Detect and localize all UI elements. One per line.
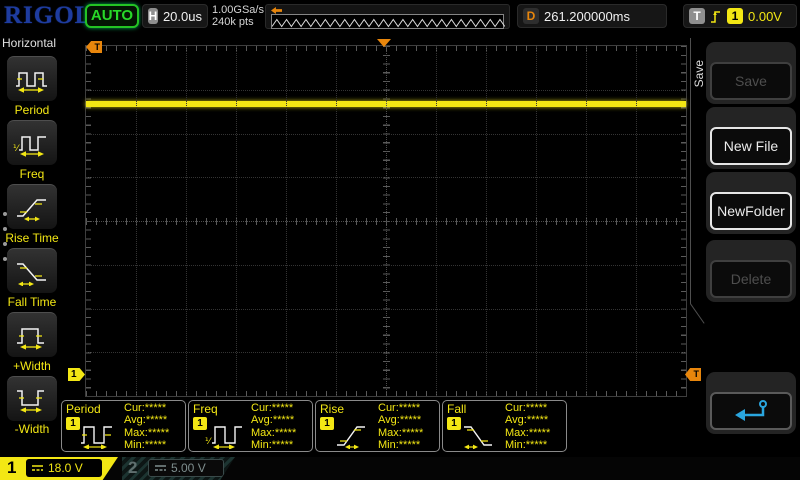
trigger-position-marker[interactable]	[377, 39, 391, 47]
menu-button-period[interactable]	[7, 56, 57, 101]
return-arrow-icon	[735, 400, 767, 421]
horizontal-badge: H	[148, 8, 158, 24]
minus-width-icon	[17, 390, 44, 413]
preview-window	[271, 14, 506, 29]
menu-button-plus-width[interactable]	[7, 312, 57, 357]
menu-button-fall-time[interactable]	[7, 248, 57, 293]
channel1-scale-box: 18.0 V	[26, 459, 102, 477]
menu-label-minus-width: -Width	[14, 422, 50, 436]
menu-label-rise-time: Rise Time	[5, 231, 59, 245]
channel1-tab[interactable]: 1 18.0 V	[0, 457, 118, 480]
period-icon	[16, 72, 47, 93]
channel2-scale-box: 5.00 V	[148, 459, 224, 477]
trigger-info-box[interactable]: T 1 0.00V	[683, 4, 797, 28]
measurement-panel-period: Period 1 Cur:***** Avg:***** Max:***** M…	[61, 400, 186, 452]
measurement-panel-freq: Freq 1 ⅟ Cur:***** Avg:***** Max:***** M…	[188, 400, 313, 452]
horizontal-timebase-box[interactable]: H 20.0us	[142, 4, 208, 28]
plus-width-icon	[17, 328, 44, 350]
measurement-panel-rise: Rise 1 Cur:***** Avg:***** Max:***** Min…	[315, 400, 440, 452]
measurement-values: Cur:***** Avg:***** Max:***** Min:*****	[378, 402, 424, 451]
softkey-new-folder[interactable]: NewFolder	[706, 172, 796, 234]
channel1-scale: 18.0 V	[48, 461, 83, 475]
measure-menu-title: Horizontal	[2, 36, 57, 50]
gridline-horizontal	[86, 264, 686, 266]
channel-status-bar: 1 18.0 V 2 5.00 V	[0, 457, 800, 480]
dc-coupling-icon	[32, 465, 43, 471]
preview-waveform-icon	[271, 18, 506, 28]
oscilloscope-screen: RIGOL AUTO H 20.0us 1.00GSa/s 240k pts D…	[0, 0, 800, 480]
sample-rate-value: 1.00GSa/s	[212, 4, 264, 16]
rise-time-icon	[337, 426, 365, 449]
timebase-value: 20.0us	[162, 8, 202, 24]
measurement-panel-fall: Fall 1 Cur:***** Avg:***** Max:***** Min…	[442, 400, 567, 452]
memory-depth-value: 240k pts	[212, 16, 254, 28]
softkey-new-folder-label: NewFolder	[710, 192, 792, 230]
waveform-position-preview[interactable]	[265, 4, 510, 29]
trigger-level-marker[interactable]: T	[685, 368, 701, 381]
dc-coupling-icon	[155, 465, 166, 471]
delay-value: 261.200000ms	[544, 8, 631, 24]
menu-label-period: Period	[14, 103, 50, 117]
menu-label-fall-time: Fall Time	[7, 295, 57, 309]
run-status-badge[interactable]: AUTO	[85, 4, 139, 28]
gridline-horizontal	[86, 221, 686, 222]
measurement-name: Period	[66, 402, 101, 416]
softkey-new-file-label: New File	[710, 127, 792, 165]
waveform-display-grid	[85, 45, 687, 397]
menu-button-freq[interactable]: ⅟	[7, 120, 57, 165]
menu-button-minus-width[interactable]	[7, 376, 57, 421]
measurement-name: Rise	[320, 402, 345, 416]
delay-badge: D	[523, 8, 539, 24]
measurement-values: Cur:***** Avg:***** Max:***** Min:*****	[251, 402, 297, 451]
menu-outline-corner	[690, 303, 705, 324]
rigol-logo: RIGOL	[4, 2, 93, 29]
frequency-icon: ⅟	[205, 426, 242, 449]
menu-tab-save: Save	[692, 60, 706, 88]
top-status-bar: RIGOL AUTO H 20.0us 1.00GSa/s 240k pts D…	[0, 0, 800, 32]
softkey-save[interactable]: Save	[706, 42, 796, 104]
svg-text:⅟: ⅟	[13, 143, 20, 153]
preview-position-icon	[271, 7, 282, 14]
frequency-icon: ⅟	[13, 136, 46, 157]
fall-time-icon	[17, 263, 46, 286]
softkey-delete[interactable]: Delete	[706, 240, 796, 302]
measurement-values: Cur:***** Avg:***** Max:***** Min:*****	[505, 402, 551, 451]
channel2-tab[interactable]: 2 5.00 V	[122, 457, 235, 480]
period-icon	[81, 426, 112, 449]
menu-button-rise-time[interactable]	[7, 184, 57, 229]
gridline-horizontal	[86, 89, 686, 91]
gridline-horizontal	[86, 133, 686, 135]
horizontal-delay-box[interactable]: D 261.200000ms	[517, 4, 667, 28]
measurement-name: Freq	[193, 402, 218, 416]
channel2-scale: 5.00 V	[171, 461, 206, 475]
channel1-number: 1	[7, 458, 17, 477]
softkey-save-label: Save	[710, 62, 792, 100]
trigger-level-value: 0.00V	[748, 8, 782, 24]
channel1-offset-marker[interactable]: 1	[68, 368, 85, 381]
rise-time-icon	[17, 199, 46, 222]
softkey-new-file[interactable]: New File	[706, 107, 796, 169]
acquisition-info: 1.00GSa/s 240k pts	[212, 4, 264, 28]
fall-time-icon	[464, 426, 492, 449]
gridline-horizontal	[86, 352, 686, 354]
svg-text:⅟: ⅟	[205, 436, 212, 446]
softkey-delete-label: Delete	[710, 260, 792, 298]
channel2-number: 2	[128, 458, 138, 477]
rising-edge-icon	[711, 10, 720, 23]
measurement-name: Fall	[447, 402, 467, 416]
softkey-back[interactable]	[706, 372, 796, 434]
trigger-source-badge: 1	[727, 8, 743, 24]
trigger-badge: T	[689, 8, 705, 24]
measurement-values: Cur:***** Avg:***** Max:***** Min:*****	[124, 402, 170, 451]
gridline-horizontal	[86, 308, 686, 310]
menu-outline	[690, 38, 691, 304]
menu-label-plus-width: +Width	[13, 359, 51, 373]
menu-label-freq: Freq	[19, 167, 45, 181]
gridline-horizontal	[86, 177, 686, 179]
